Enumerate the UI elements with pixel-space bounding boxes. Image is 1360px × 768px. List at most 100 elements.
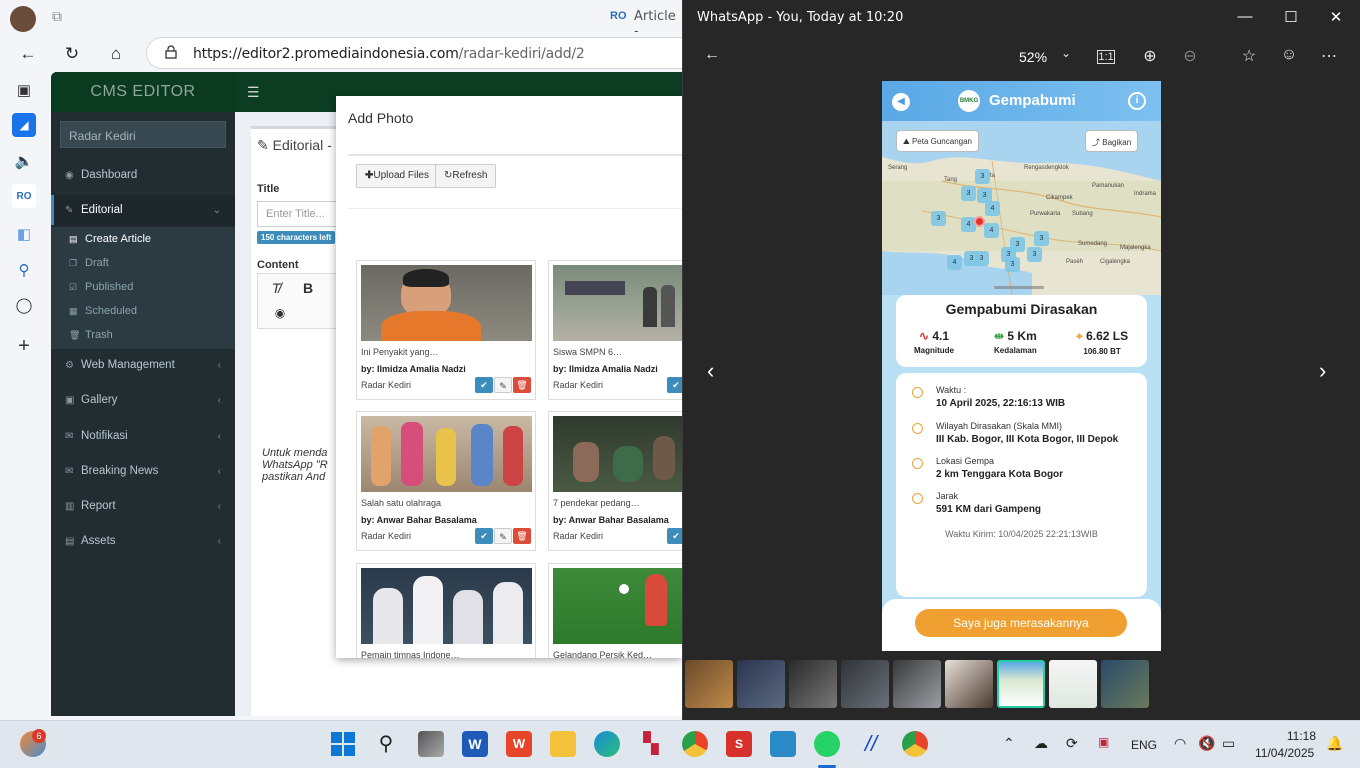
notifications-bell-icon[interactable]: 🔔 xyxy=(1326,735,1343,752)
back-icon[interactable]: ← xyxy=(16,42,40,66)
more-options-icon[interactable]: ⋯ xyxy=(1316,46,1342,66)
app-red-icon[interactable]: ▚ xyxy=(638,731,664,757)
chrome-icon[interactable] xyxy=(682,731,708,757)
globe-icon[interactable]: ◯ xyxy=(12,293,36,317)
submenu-draft[interactable]: ❐ Draft xyxy=(51,251,235,275)
reload-icon[interactable]: ↻ xyxy=(60,42,84,66)
search-icon[interactable]: ⚲ xyxy=(12,258,36,282)
photo-thumbnail[interactable] xyxy=(553,265,682,341)
speaker-icon[interactable]: 🔈 xyxy=(12,149,36,173)
app-slash-icon[interactable]: // xyxy=(858,731,884,757)
home-icon[interactable]: ⌂ xyxy=(104,42,128,66)
clock-date[interactable]: 11/04/2025 xyxy=(1255,746,1314,760)
photo-card[interactable]: Salah satu olahraga by: Anwar Bahar Basa… xyxy=(356,411,536,551)
wps-icon[interactable]: W xyxy=(506,731,532,757)
submenu-published[interactable]: ☑ Published xyxy=(51,275,235,299)
zoom-in-icon[interactable]: ⊕ xyxy=(1137,46,1163,66)
photo-card[interactable]: Siswa SMPN 6… by: Ilmidza Amalia Nadzi R… xyxy=(548,260,682,400)
edit-pencil-button[interactable]: ✎ xyxy=(494,528,512,544)
wifi-icon[interactable]: ◠ xyxy=(1174,735,1186,752)
close-icon[interactable]: ✕ xyxy=(1326,8,1346,26)
minimize-icon[interactable]: — xyxy=(1235,8,1255,25)
clear-format-icon[interactable]: T̸ xyxy=(262,280,290,300)
site-favicon-icon[interactable]: RO xyxy=(12,184,36,208)
site-selector[interactable]: Radar Kediri xyxy=(60,121,226,148)
submenu-create-article[interactable]: ▤ Create Article xyxy=(51,227,235,251)
tab-actions-icon[interactable]: ▣ xyxy=(12,78,36,102)
menu-dashboard[interactable]: ◉ Dashboard xyxy=(51,160,235,190)
whatsapp-icon[interactable] xyxy=(814,731,840,757)
star-icon[interactable]: ☆ xyxy=(1236,46,1262,66)
search-icon[interactable]: ⚲ xyxy=(373,731,399,757)
bold-button[interactable]: B xyxy=(294,280,322,300)
upload-files-button[interactable]: ✚Upload Files xyxy=(356,164,438,188)
photo-thumbnail[interactable] xyxy=(361,416,532,492)
menu-editorial[interactable]: ✎ Editorial ⌄ xyxy=(51,195,235,225)
emoji-icon[interactable]: ☺ xyxy=(1276,46,1302,64)
media-thumbnail[interactable] xyxy=(841,660,889,708)
word-icon[interactable]: W xyxy=(462,731,488,757)
submenu-scheduled[interactable]: ▦ Scheduled xyxy=(51,299,235,323)
photo-card[interactable]: Ini Penyakit yang… by: Ilmidza Amalia Na… xyxy=(356,260,536,400)
file-explorer-icon[interactable] xyxy=(550,731,576,757)
cloud-icon[interactable]: ☁ xyxy=(1034,735,1048,752)
refresh-button[interactable]: ↻Refresh xyxy=(435,164,497,188)
next-icon[interactable]: › xyxy=(1319,358,1326,384)
menu-assets[interactable]: ▤ Assets ‹ xyxy=(51,526,235,556)
photo-card[interactable]: Pemain timnas Indone… xyxy=(356,563,536,658)
menu-report[interactable]: ▥ Report ‹ xyxy=(51,491,235,521)
cms-logo[interactable]: CMS EDITOR xyxy=(51,72,235,112)
clock-time[interactable]: 11:18 xyxy=(1282,729,1316,743)
app-icon-blue[interactable]: ◢ xyxy=(12,113,36,137)
volume-muted-icon[interactable]: 🔇 xyxy=(1198,735,1215,752)
language-indicator[interactable]: ENG xyxy=(1131,738,1157,752)
maximize-icon[interactable]: ☐ xyxy=(1281,8,1301,26)
zoom-out-icon[interactable]: ⊖ xyxy=(1177,46,1203,66)
media-thumbnail[interactable] xyxy=(1049,660,1097,708)
select-check-button[interactable]: ✔ xyxy=(475,377,493,393)
photo-card[interactable]: 7 pendekar pedang… by: Anwar Bahar Basal… xyxy=(548,411,682,551)
back-arrow-icon[interactable]: ← xyxy=(699,46,725,64)
delete-trash-button[interactable]: 🗑 xyxy=(513,377,531,393)
chevron-down-icon[interactable]: ⌄ xyxy=(1053,46,1079,60)
photo-card[interactable]: Gelandang Persik Ked… xyxy=(548,563,682,658)
workspaces-icon[interactable]: ⧉ xyxy=(52,8,62,25)
menu-gallery[interactable]: ▣ Gallery ‹ xyxy=(51,385,235,415)
edge-icon[interactable] xyxy=(594,731,620,757)
menu-toggle-icon[interactable]: ☰ xyxy=(247,84,260,101)
media-thumbnail[interactable] xyxy=(945,660,993,708)
previous-icon[interactable]: ‹ xyxy=(707,358,714,384)
select-check-button[interactable]: ✔ xyxy=(667,377,682,393)
media-thumbnail[interactable] xyxy=(789,660,837,708)
photo-thumbnail[interactable] xyxy=(361,265,532,341)
chrome-profile-icon[interactable] xyxy=(902,731,928,757)
antivirus-icon[interactable]: ▣ xyxy=(1098,735,1109,749)
add-icon[interactable]: + xyxy=(12,334,36,358)
app-s-icon[interactable]: S xyxy=(726,731,752,757)
photo-thumbnail[interactable] xyxy=(553,568,682,644)
start-icon[interactable] xyxy=(330,731,356,757)
actual-size-icon[interactable]: 1:1 xyxy=(1097,50,1115,64)
media-thumbnail[interactable] xyxy=(685,660,733,708)
select-check-button[interactable]: ✔ xyxy=(475,528,493,544)
task-view-icon[interactable] xyxy=(418,731,444,757)
menu-breaking-news[interactable]: ✉ Breaking News ‹ xyxy=(51,456,235,486)
media-thumbnail[interactable] xyxy=(737,660,785,708)
media-thumbnail[interactable] xyxy=(1101,660,1149,708)
select-check-button[interactable]: ✔ xyxy=(667,528,682,544)
media-thumbnail[interactable] xyxy=(893,660,941,708)
preview-eye-icon[interactable]: ◉ xyxy=(266,306,294,326)
delete-trash-button[interactable]: 🗑 xyxy=(513,528,531,544)
media-thumbnail-selected[interactable] xyxy=(997,660,1045,708)
submenu-trash[interactable]: 🗑 Trash xyxy=(51,323,235,347)
notepad-icon[interactable] xyxy=(770,731,796,757)
photo-thumbnail[interactable] xyxy=(553,416,682,492)
battery-icon[interactable]: ▭ xyxy=(1222,735,1235,752)
zoom-level[interactable]: 52% xyxy=(1019,49,1047,65)
photo-thumbnail[interactable] xyxy=(361,568,532,644)
menu-notifikasi[interactable]: ✉ Notifikasi ‹ xyxy=(51,421,235,451)
menu-web-management[interactable]: ⚙ Web Management ‹ xyxy=(51,350,235,380)
chevron-up-icon[interactable]: ⌃ xyxy=(1003,735,1015,752)
sync-icon[interactable]: ⟳ xyxy=(1066,735,1078,752)
editor-content[interactable]: Untuk menda WhatsApp "R pastikan And xyxy=(262,447,328,483)
